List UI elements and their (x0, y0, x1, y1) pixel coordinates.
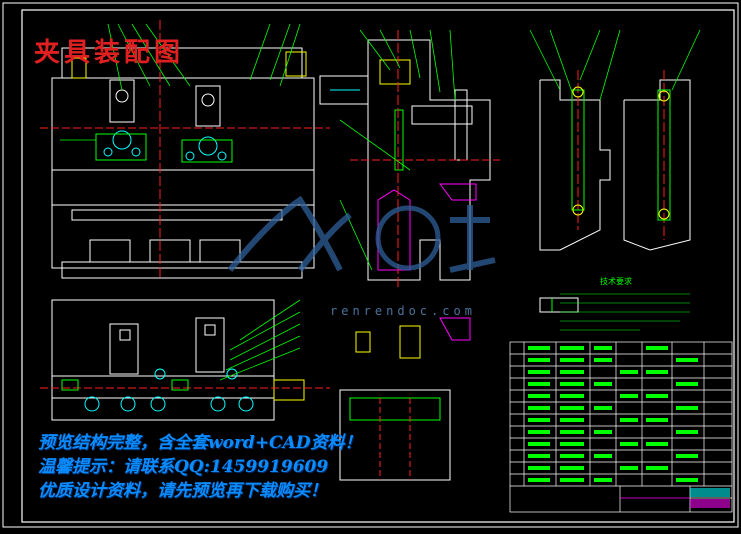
part-view-right (623, 70, 691, 251)
detail-views (339, 297, 579, 481)
ad-line-1: 预览结构完整，含全套word+CAD资料！ (38, 433, 362, 453)
top-view-leaders (219, 299, 301, 381)
ad-line-2: 温馨提示：请联系QQ:1459919609 (38, 457, 329, 477)
cad-drawing-canvas: 技术要求 夹具装配图 renrendoc.com 预览结构完整，含全套word+… (0, 0, 741, 530)
part-view-leaders (529, 29, 701, 101)
notes-block: 技术要求 (560, 276, 690, 331)
notes-title: 技术要求 (600, 276, 632, 286)
drawing-title-stamp: 夹具装配图 (34, 38, 185, 68)
top-view (40, 299, 330, 421)
watermark-text: renrendoc.com (330, 304, 476, 318)
parts-list-table (509, 341, 733, 513)
part-view-left (539, 70, 611, 251)
ad-line-3: 优质设计资料，请先预览再下载购买！ (38, 481, 327, 501)
